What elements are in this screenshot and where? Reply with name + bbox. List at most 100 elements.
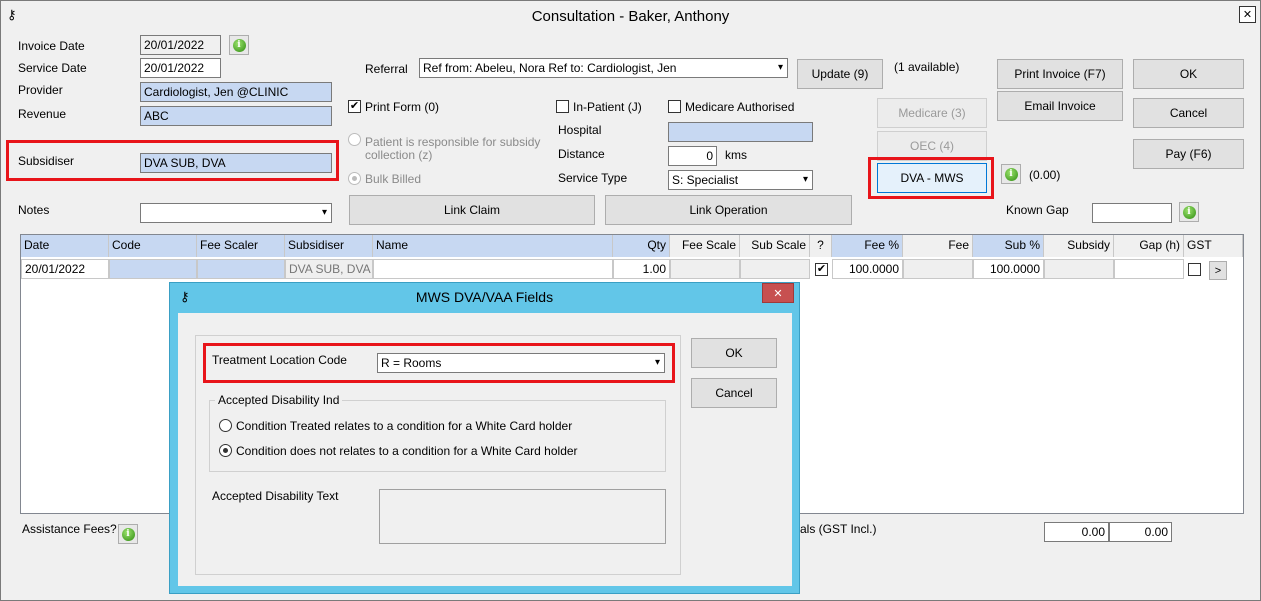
col-fee-pct[interactable]: Fee % [832, 235, 903, 257]
mws-dialog: MWS DVA/VAA Fields ⚷ ✕ Treatment Locatio… [169, 282, 800, 594]
known-gap-label: Known Gap [1006, 203, 1069, 217]
referral-dropdown[interactable]: Ref from: Abeleu, Nora Ref to: Cardiolog… [419, 58, 788, 78]
pay-button[interactable]: Pay (F6) [1133, 139, 1244, 169]
window-close-button[interactable]: ✕ [1239, 6, 1256, 23]
accepted-disability-text-field[interactable] [379, 489, 666, 544]
in-patient-checkbox[interactable] [556, 100, 569, 113]
notes-label: Notes [18, 203, 50, 217]
dva-mws-button[interactable]: DVA - MWS [877, 163, 987, 193]
not-white-card-radio-label: Condition does not relates to a conditio… [236, 444, 578, 458]
accepted-disability-group [209, 400, 666, 472]
row-gap[interactable] [1114, 259, 1184, 279]
col-subsidy[interactable]: Subsidy [1044, 235, 1114, 257]
total-field-2: 0.00 [1109, 522, 1172, 542]
medicare-authorised-checkbox[interactable] [668, 100, 681, 113]
notes-dropdown[interactable]: ▾ [140, 203, 332, 223]
medicare-button[interactable]: Medicare (3) [877, 98, 987, 128]
key-icon: ⚷ [180, 289, 190, 304]
accepted-disability-text-label: Accepted Disability Text [212, 489, 339, 503]
service-type-dropdown[interactable]: S: Specialist ▾ [668, 170, 813, 190]
col-sub-pct[interactable]: Sub % [973, 235, 1044, 257]
provider-label: Provider [18, 83, 63, 97]
revenue-label: Revenue [18, 107, 67, 121]
oec-button[interactable]: OEC (4) [877, 131, 987, 161]
known-gap-field[interactable] [1092, 203, 1172, 223]
assistance-fees-info-icon[interactable]: i [118, 524, 138, 544]
chevron-down-icon: ▾ [654, 357, 660, 368]
consultation-window: Consultation - Baker, Anthony ⚷ ✕ Invoic… [0, 0, 1261, 601]
row-sub-pct[interactable]: 100.0000 [973, 259, 1044, 279]
col-qty[interactable]: Qty [613, 235, 670, 257]
col-gap[interactable]: Gap (h) [1114, 235, 1184, 257]
invoice-info-icon[interactable]: i [229, 35, 249, 55]
hospital-field[interactable] [668, 122, 813, 142]
chevron-down-icon: ▾ [802, 174, 808, 185]
row-fee-pct[interactable]: 100.0000 [832, 259, 903, 279]
accepted-disability-group-label: Accepted Disability Ind [215, 393, 343, 407]
row-check[interactable]: ✔ [815, 263, 828, 276]
available-text: (1 available) [894, 60, 960, 74]
provider-field[interactable]: Cardiologist, Jen @CLINIC [140, 82, 332, 102]
row-gst-checkbox[interactable] [1188, 263, 1201, 276]
subsidiser-field[interactable]: DVA SUB, DVA [140, 153, 332, 173]
dialog-ok-button[interactable]: OK [691, 338, 777, 368]
row-sub-scale [740, 259, 810, 279]
col-sub-scale[interactable]: Sub Scale [740, 235, 810, 257]
patient-responsible-label: Patient is responsible for subsidy colle… [365, 135, 541, 162]
not-white-card-radio[interactable] [219, 444, 232, 457]
col-gst[interactable]: GST [1184, 235, 1243, 257]
white-card-radio[interactable] [219, 419, 232, 432]
distance-label: Distance [558, 147, 605, 161]
total-field-1: 0.00 [1044, 522, 1109, 542]
print-form-label: Print Form (0) [365, 100, 440, 114]
row-code[interactable] [109, 259, 197, 279]
col-code[interactable]: Code [109, 235, 197, 257]
cancel-button[interactable]: Cancel [1133, 98, 1244, 128]
invoice-date-label: Invoice Date [18, 39, 85, 53]
assistance-fees-label: Assistance Fees? [22, 522, 117, 536]
col-fee-scale[interactable]: Fee Scale [670, 235, 740, 257]
row-name[interactable] [373, 259, 613, 279]
invoice-date-field[interactable]: 20/01/2022 [140, 35, 221, 55]
known-gap-info-icon[interactable]: i [1179, 202, 1199, 222]
col-subsidiser[interactable]: Subsidiser [285, 235, 373, 257]
service-date-field[interactable]: 20/01/2022 [140, 58, 221, 78]
row-qty[interactable]: 1.00 [613, 259, 670, 279]
row-fee [903, 259, 973, 279]
service-date-label: Service Date [18, 61, 87, 75]
ok-button[interactable]: OK [1133, 59, 1244, 89]
dva-info-icon[interactable]: i [1001, 164, 1021, 184]
service-type-label: Service Type [558, 171, 628, 185]
bulk-billed-radio[interactable] [348, 172, 361, 185]
chevron-down-icon: ▾ [777, 62, 783, 73]
dialog-title: MWS DVA/VAA Fields [415, 289, 554, 305]
email-invoice-button[interactable]: Email Invoice [997, 91, 1123, 121]
subsidiser-label: Subsidiser [18, 154, 75, 168]
dialog-close-button[interactable]: ✕ [762, 283, 794, 303]
totals-label: als (GST Incl.) [800, 522, 877, 536]
hospital-label: Hospital [558, 123, 602, 137]
patient-responsible-radio[interactable] [348, 133, 361, 146]
update-button[interactable]: Update (9) [797, 59, 883, 89]
distance-unit: kms [725, 148, 747, 162]
dialog-body: Treatment Location Code R = Rooms ▾ Accep… [178, 313, 792, 586]
row-date[interactable]: 20/01/2022 [21, 259, 109, 279]
row-more-button[interactable]: > [1209, 261, 1227, 280]
dialog-cancel-button[interactable]: Cancel [691, 378, 777, 408]
revenue-field[interactable]: ABC [140, 106, 332, 126]
col-date[interactable]: Date [21, 235, 109, 257]
link-claim-button[interactable]: Link Claim [349, 195, 595, 225]
distance-field[interactable]: 0 [668, 146, 717, 166]
medicare-authorised-label: Medicare Authorised [685, 100, 795, 114]
col-fee-scaler[interactable]: Fee Scaler [197, 235, 285, 257]
row-fee-scaler[interactable] [197, 259, 285, 279]
print-invoice-button[interactable]: Print Invoice (F7) [997, 59, 1123, 89]
treatment-location-label: Treatment Location Code [212, 353, 347, 367]
col-fee[interactable]: Fee [903, 235, 973, 257]
print-form-checkbox[interactable]: ✔ [348, 100, 361, 113]
row-subsidiser: DVA SUB, DVA [285, 259, 373, 279]
link-operation-button[interactable]: Link Operation [605, 195, 852, 225]
treatment-location-dropdown[interactable]: R = Rooms ▾ [377, 353, 665, 373]
col-name[interactable]: Name [373, 235, 613, 257]
col-question[interactable]: ? [810, 235, 832, 257]
